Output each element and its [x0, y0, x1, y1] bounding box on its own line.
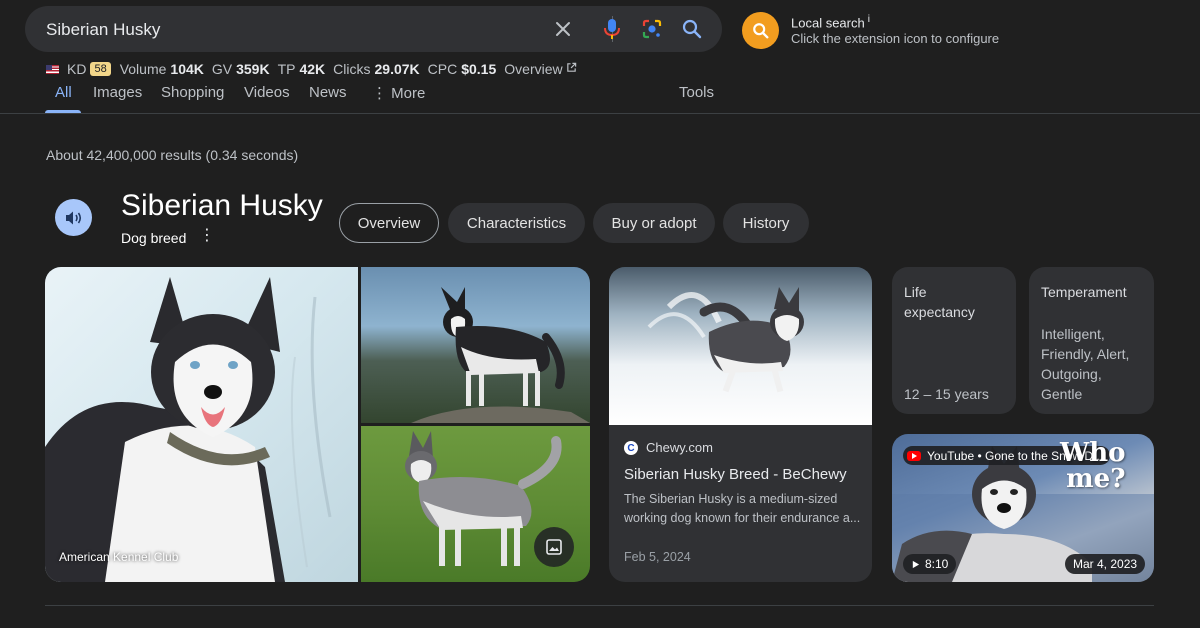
tp-value: 42K	[299, 61, 326, 77]
clear-icon[interactable]	[551, 17, 575, 41]
video-date: Mar 4, 2023	[1065, 554, 1146, 574]
husky-snow-illustration	[647, 287, 804, 393]
chip-overview[interactable]: Overview	[339, 203, 439, 243]
microphone-icon[interactable]	[600, 17, 624, 41]
tab-news[interactable]: News	[309, 84, 347, 101]
info-icon[interactable]: i	[868, 14, 870, 25]
overview-link[interactable]: Overview	[504, 61, 562, 77]
chip-characteristics[interactable]: Characteristics	[448, 203, 585, 243]
kp-more-options-icon[interactable]: ⋮	[199, 228, 215, 244]
search-icon[interactable]	[680, 17, 704, 41]
overlay-line-2: me?	[1066, 464, 1126, 494]
temperament-value-2: Friendly, Alert,	[1041, 346, 1130, 362]
tab-more-label: More	[391, 85, 426, 102]
temperament-value-1: Intelligent,	[1041, 326, 1105, 342]
cpc-label: CPC	[427, 61, 458, 77]
extension-title-text: Local search	[791, 15, 865, 31]
husky-snow-image	[609, 267, 872, 425]
chewy-snippet: The Siberian Husky is a medium-sized wor…	[624, 492, 861, 525]
temperament-value-4: Gentle	[1041, 386, 1083, 402]
cpc-value: $0.15	[461, 61, 497, 77]
life-expectancy-label: Life expectancy	[904, 282, 975, 322]
life-expectancy-card[interactable]: Life expectancy 12 – 15 years	[892, 267, 1016, 414]
chewy-title[interactable]: Siberian Husky Breed - BeChewy	[624, 466, 847, 483]
us-flag-icon	[46, 64, 59, 74]
temperament-label: Temperament	[1041, 284, 1127, 300]
seo-metrics-bar: KD 58 Volume 104K GV 359K TP 42K Clicks …	[46, 61, 577, 77]
youtube-logo-icon	[907, 450, 921, 461]
husky-illustration	[45, 277, 332, 582]
more-dots-icon: ⋮	[372, 85, 387, 102]
temperament-values: Intelligent, Friendly, Alert, Outgoing, …	[1041, 324, 1129, 404]
tab-images[interactable]: Images	[93, 84, 142, 101]
active-tab-indicator	[45, 110, 81, 113]
speaker-icon	[65, 211, 81, 224]
gv-label: GV	[211, 61, 233, 77]
kp-subtitle: Dog breed	[121, 230, 187, 246]
video-duration: 8:10	[903, 554, 957, 574]
chewy-favicon-icon: C	[624, 441, 638, 455]
image-search-button[interactable]	[534, 527, 574, 567]
thumbnail-overlay-text: Who me?	[1060, 440, 1125, 492]
google-lens-icon[interactable]	[640, 17, 664, 41]
clicks-value: 29.07K	[374, 61, 420, 77]
gv-value: 359K	[236, 61, 270, 77]
clicks-label: Clicks	[333, 61, 371, 77]
tools-button[interactable]: Tools	[679, 84, 714, 101]
temperament-value-3: Outgoing,	[1041, 366, 1102, 382]
image-credit: American Kennel Club	[59, 550, 179, 564]
husky-standing-illustration	[411, 287, 590, 423]
chip-history[interactable]: History	[723, 203, 809, 243]
image-icon	[546, 539, 562, 555]
image-grid: American Kennel Club	[45, 267, 590, 582]
kp-title: Siberian Husky	[121, 189, 323, 222]
life-expectancy-value: 12 – 15 years	[904, 386, 989, 402]
husky-image-standing[interactable]	[361, 267, 590, 423]
volume-label: Volume	[119, 61, 167, 77]
tab-videos[interactable]: Videos	[244, 84, 290, 101]
tp-label: TP	[277, 61, 296, 77]
local-search-extension-button[interactable]	[742, 12, 779, 49]
search-bar[interactable]: Siberian Husky	[25, 6, 722, 52]
video-duration-text: 8:10	[925, 557, 949, 571]
life-expectancy-label-line2: expectancy	[904, 304, 975, 320]
husky-image-main[interactable]: American Kennel Club	[45, 267, 358, 582]
extension-subtitle: Click the extension icon to configure	[791, 31, 1000, 46]
search-tabs: All Images Shopping Videos News ⋮ More T…	[0, 84, 1200, 114]
tab-more[interactable]: ⋮ More	[372, 84, 425, 102]
chip-buy-or-adopt[interactable]: Buy or adopt	[593, 203, 715, 243]
tab-all[interactable]: All	[55, 84, 72, 101]
life-expectancy-label-line1: Life	[904, 284, 927, 300]
chewy-date: Feb 5, 2024	[624, 550, 691, 564]
extension-title: Local search i	[791, 14, 870, 30]
pronunciation-button[interactable]	[55, 199, 92, 236]
kd-badge: 58	[90, 62, 111, 76]
search-input[interactable]: Siberian Husky	[46, 20, 160, 40]
kd-label: KD	[67, 61, 87, 77]
external-link-icon[interactable]	[566, 62, 577, 76]
youtube-video-card[interactable]: YouTube • Gone to the Snow D... Who me? …	[892, 434, 1154, 582]
section-divider	[45, 605, 1154, 606]
volume-value: 104K	[170, 61, 204, 77]
temperament-card[interactable]: Temperament Intelligent, Friendly, Alert…	[1029, 267, 1154, 414]
chewy-source[interactable]: Chewy.com	[646, 440, 713, 455]
chewy-result-card[interactable]: C Chewy.com Siberian Husky Breed - BeChe…	[609, 267, 872, 582]
play-icon	[912, 560, 920, 568]
result-stats: About 42,400,000 results (0.34 seconds)	[46, 147, 299, 163]
tab-shopping[interactable]: Shopping	[161, 84, 224, 101]
